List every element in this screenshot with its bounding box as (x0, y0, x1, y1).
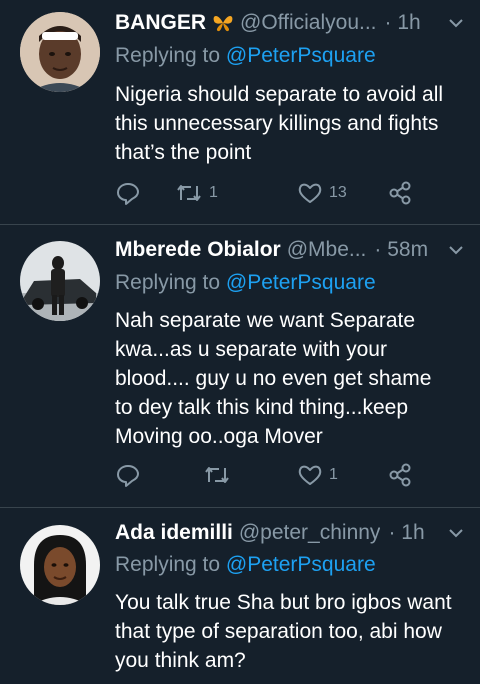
heart-icon (297, 181, 323, 205)
like-count: 1 (329, 466, 338, 483)
avatar[interactable] (20, 241, 100, 321)
tweet[interactable]: Ada idemilli @peter_chinny · 1h Replying… (0, 508, 480, 684)
share-button[interactable] (387, 178, 413, 208)
tweet-text-line: that type of separation too, abi how (115, 620, 442, 643)
retweet-button[interactable] (203, 460, 237, 490)
display-name[interactable]: BANGER (115, 11, 206, 35)
like-button[interactable]: 13 (297, 178, 347, 208)
share-icon (387, 462, 413, 488)
chevron-down-icon[interactable] (447, 241, 465, 259)
reply-context: Replying to @PeterPsquare (115, 271, 376, 295)
mention-link[interactable]: @PeterPsquare (226, 44, 376, 67)
tweet-text-line: that’s the point (115, 141, 252, 164)
reply-context: Replying to @PeterPsquare (115, 553, 376, 577)
user-handle[interactable]: @Officialyou... (240, 11, 376, 35)
chevron-down-icon[interactable] (447, 14, 465, 32)
tweet-text-line: Nigeria should separate to avoid all (115, 83, 444, 106)
reply-prefix: Replying to (115, 553, 221, 576)
user-handle[interactable]: @peter_chinny (239, 521, 381, 545)
tweet-text-line: blood.... guy u no even get shame (115, 367, 432, 390)
mention-link[interactable]: @PeterPsquare (226, 553, 376, 576)
tweet-actions: 1 13 (115, 178, 425, 208)
tweet-text: You talk true Sha but bro igbos want tha… (115, 588, 470, 675)
retweet-count: 1 (209, 184, 218, 201)
share-icon (387, 180, 413, 206)
tweet-actions: 1 (115, 460, 425, 490)
timestamp[interactable]: · 1h (385, 11, 421, 35)
reply-context: Replying to @PeterPsquare (115, 44, 376, 68)
like-count: 13 (329, 184, 347, 201)
reply-icon (115, 180, 141, 206)
retweet-icon (175, 180, 203, 206)
tweet-text: Nah separate we want Separate kwa...as u… (115, 306, 470, 451)
timestamp[interactable]: · 1h (388, 521, 424, 545)
share-button[interactable] (387, 460, 413, 490)
like-button[interactable]: 1 (297, 460, 338, 490)
tweet-text-line: to dey talk this kind thing...keep (115, 396, 409, 419)
avatar[interactable] (20, 12, 100, 92)
display-name[interactable]: Mberede Obialor (115, 238, 281, 262)
reply-prefix: Replying to (115, 44, 221, 67)
tweet-text-line: You talk true Sha but bro igbos want (115, 591, 452, 614)
tweet-text-line: this unnecessary killings and fights (115, 112, 439, 135)
avatar[interactable] (20, 525, 100, 605)
butterfly-icon (212, 13, 234, 33)
retweet-icon (203, 462, 231, 488)
display-name[interactable]: Ada idemilli (115, 521, 233, 545)
user-handle[interactable]: @Mbe... (287, 238, 367, 262)
tweet-text-line: kwa...as u separate with your (115, 338, 387, 361)
tweet-text-line: you think am? (115, 649, 246, 672)
heart-icon (297, 463, 323, 487)
reply-button[interactable] (115, 460, 141, 490)
timestamp[interactable]: · 58m (374, 238, 428, 262)
tweet-text-line: Nah separate we want Separate (115, 309, 416, 332)
reply-button[interactable] (115, 178, 141, 208)
tweet-text: Nigeria should separate to avoid all thi… (115, 80, 470, 167)
chevron-down-icon[interactable] (447, 524, 465, 542)
reply-prefix: Replying to (115, 271, 221, 294)
mention-link[interactable]: @PeterPsquare (226, 271, 376, 294)
tweet-text-line: Moving oo..oga Mover (115, 425, 323, 448)
tweet[interactable]: BANGER @Officialyou... · 1h Replying to … (0, 0, 480, 224)
retweet-button[interactable]: 1 (175, 178, 218, 208)
reply-icon (115, 462, 141, 488)
tweet[interactable]: Mberede Obialor @Mbe... · 58m Replying t… (0, 225, 480, 507)
